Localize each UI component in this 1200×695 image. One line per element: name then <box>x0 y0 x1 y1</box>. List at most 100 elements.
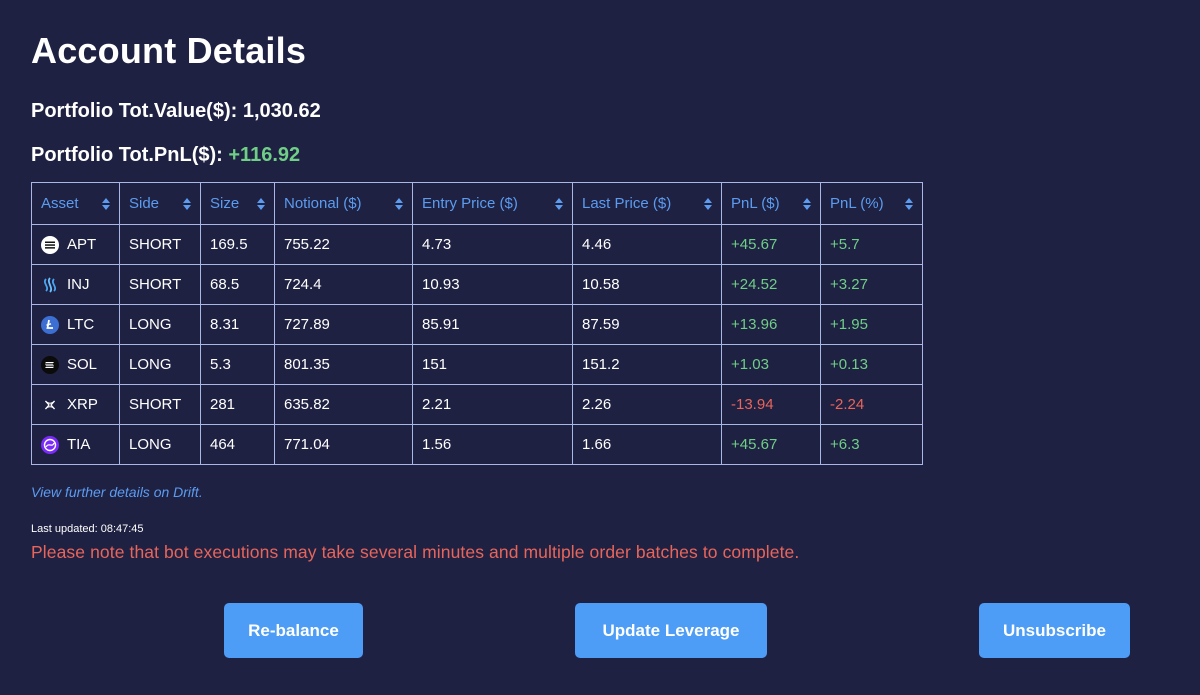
pnl-percent-cell: -2.24 <box>820 384 923 425</box>
pnl-percent-cell: +3.27 <box>820 264 923 305</box>
asset-cell: SOL <box>31 344 120 385</box>
notional-cell: 755.22 <box>274 224 413 265</box>
pnl-percent-cell: +0.13 <box>820 344 923 385</box>
notional-cell: 801.35 <box>274 344 413 385</box>
entry-price-cell: 85.91 <box>412 304 573 345</box>
rebalance-button[interactable]: Re-balance <box>224 603 363 658</box>
last-price-cell: 10.58 <box>572 264 722 305</box>
size-cell: 281 <box>200 384 275 425</box>
size-cell: 169.5 <box>200 224 275 265</box>
side-cell: LONG <box>119 344 201 385</box>
last-price-cell: 87.59 <box>572 304 722 345</box>
sort-icon[interactable] <box>395 197 403 210</box>
column-header-label: Notional ($) <box>284 195 362 212</box>
last-price-cell: 4.46 <box>572 224 722 265</box>
table-row: LTC LONG 8.31 727.89 85.91 87.59 +13.96 … <box>31 304 923 345</box>
last-updated: Last updated: 08:47:45 <box>31 523 144 535</box>
portfolio-value-label: Portfolio Tot.Value($): <box>31 100 238 122</box>
column-header-label: Side <box>129 195 160 212</box>
table-row: TIA LONG 464 771.04 1.56 1.66 +45.67 +6.… <box>31 424 923 465</box>
entry-price-cell: 151 <box>412 344 573 385</box>
asset-symbol: TIA <box>67 436 91 453</box>
litecoin-icon <box>41 315 59 334</box>
pnl-cell: +1.03 <box>721 344 821 385</box>
celestia-icon <box>41 435 59 454</box>
entry-price-cell: 4.73 <box>412 224 573 265</box>
update-leverage-button[interactable]: Update Leverage <box>575 603 767 658</box>
column-header-label: Asset <box>41 195 79 212</box>
table-header-row: Asset Side Size Notional ($) Entry Price… <box>31 182 923 225</box>
notional-cell: 771.04 <box>274 424 413 465</box>
pnl-percent-cell: +1.95 <box>820 304 923 345</box>
account-details-page: Account Details Portfolio Tot.Value($): … <box>0 0 1200 695</box>
table-row: APT SHORT 169.5 755.22 4.73 4.46 +45.67 … <box>31 224 923 265</box>
asset-symbol: XRP <box>67 396 98 413</box>
asset-cell: XRP <box>31 384 120 425</box>
sort-icon[interactable] <box>704 197 712 210</box>
column-header-size[interactable]: Size <box>200 182 275 225</box>
portfolio-pnl-amount: +116.92 <box>228 144 301 166</box>
drift-details-link[interactable]: View further details on Drift. <box>31 484 203 500</box>
entry-price-cell: 1.56 <box>412 424 573 465</box>
side-cell: LONG <box>119 424 201 465</box>
unsubscribe-button[interactable]: Unsubscribe <box>979 603 1130 658</box>
column-header-label: PnL ($) <box>731 195 780 212</box>
asset-cell: INJ <box>31 264 120 305</box>
asset-symbol: INJ <box>67 276 90 293</box>
column-header-notional[interactable]: Notional ($) <box>274 182 413 225</box>
portfolio-value-amount: 1,030.62 <box>242 100 321 122</box>
pnl-percent-cell: +6.3 <box>820 424 923 465</box>
solana-icon <box>41 355 59 374</box>
sort-icon[interactable] <box>183 197 191 210</box>
xrp-icon <box>45 400 55 409</box>
size-cell: 8.31 <box>200 304 275 345</box>
size-cell: 464 <box>200 424 275 465</box>
positions-table: Asset Side Size Notional ($) Entry Price… <box>31 182 923 465</box>
pnl-cell: +24.52 <box>721 264 821 305</box>
portfolio-pnl-label: Portfolio Tot.PnL($): <box>31 144 223 166</box>
entry-price-cell: 2.21 <box>412 384 573 425</box>
column-header-pnl-percent[interactable]: PnL (%) <box>820 182 923 225</box>
last-price-cell: 2.26 <box>572 384 722 425</box>
pnl-cell: -13.94 <box>721 384 821 425</box>
column-header-last-price[interactable]: Last Price ($) <box>572 182 722 225</box>
aptos-icon <box>41 235 59 254</box>
portfolio-value: Portfolio Tot.Value($): 1,030.62 <box>31 100 321 123</box>
asset-cell: APT <box>31 224 120 265</box>
sort-icon[interactable] <box>102 197 110 210</box>
column-header-entry-price[interactable]: Entry Price ($) <box>412 182 573 225</box>
sort-icon[interactable] <box>555 197 563 210</box>
pnl-cell: +13.96 <box>721 304 821 345</box>
column-header-asset[interactable]: Asset <box>31 182 120 225</box>
portfolio-pnl: Portfolio Tot.PnL($): +116.92 <box>31 144 300 167</box>
entry-price-cell: 10.93 <box>412 264 573 305</box>
notional-cell: 635.82 <box>274 384 413 425</box>
column-header-side[interactable]: Side <box>119 182 201 225</box>
last-price-cell: 151.2 <box>572 344 722 385</box>
sort-icon[interactable] <box>905 197 913 210</box>
asset-cell: TIA <box>31 424 120 465</box>
pnl-cell: +45.67 <box>721 424 821 465</box>
size-cell: 68.5 <box>200 264 275 305</box>
asset-symbol: LTC <box>67 316 95 333</box>
column-header-pnl[interactable]: PnL ($) <box>721 182 821 225</box>
side-cell: SHORT <box>119 264 201 305</box>
column-header-label: PnL (%) <box>830 195 884 212</box>
table-row: SOL LONG 5.3 801.35 151 151.2 +1.03 +0.1… <box>31 344 923 385</box>
side-cell: LONG <box>119 304 201 345</box>
notional-cell: 727.89 <box>274 304 413 345</box>
side-cell: SHORT <box>119 224 201 265</box>
column-header-label: Entry Price ($) <box>422 195 518 212</box>
sort-icon[interactable] <box>803 197 811 210</box>
table-row: XRP SHORT 281 635.82 2.21 2.26 -13.94 -2… <box>31 384 923 425</box>
pnl-cell: +45.67 <box>721 224 821 265</box>
injective-icon <box>43 276 57 293</box>
size-cell: 5.3 <box>200 344 275 385</box>
sort-icon[interactable] <box>257 197 265 210</box>
column-header-label: Last Price ($) <box>582 195 672 212</box>
side-cell: SHORT <box>119 384 201 425</box>
asset-symbol: SOL <box>67 356 98 373</box>
notional-cell: 724.4 <box>274 264 413 305</box>
asset-cell: LTC <box>31 304 120 345</box>
table-row: INJ SHORT 68.5 724.4 10.93 10.58 +24.52 … <box>31 264 923 305</box>
